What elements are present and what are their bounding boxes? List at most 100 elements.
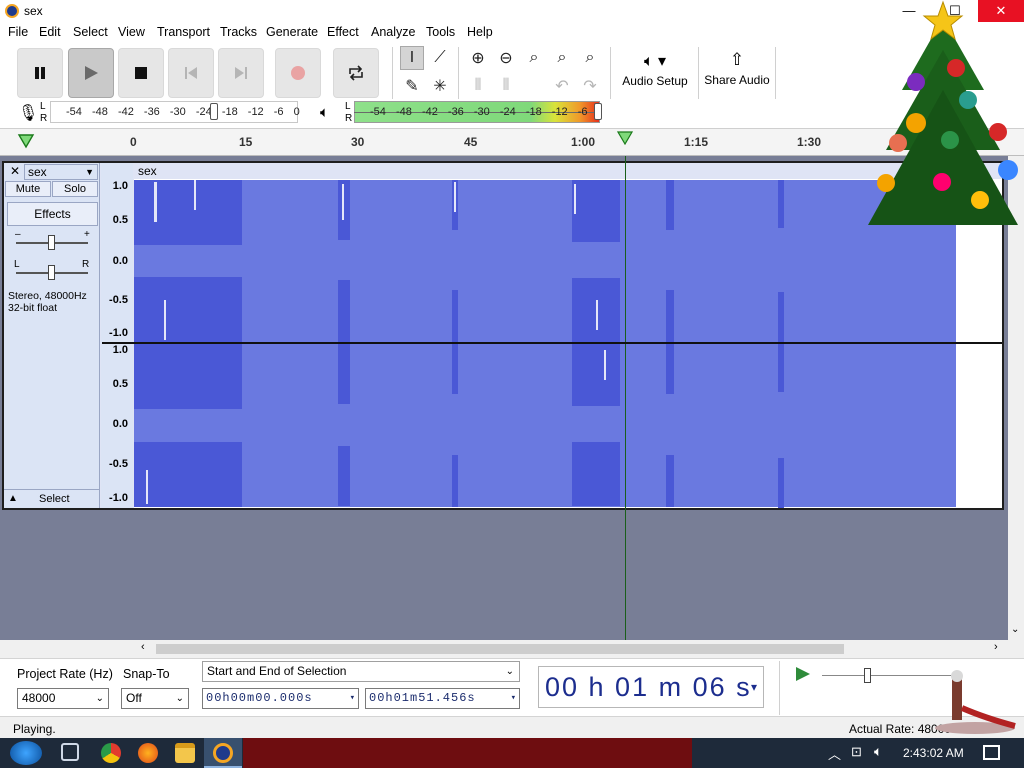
clip-name: sex bbox=[138, 164, 157, 178]
rec-meter-l: L bbox=[40, 101, 46, 112]
gain-slider-thumb[interactable] bbox=[48, 235, 55, 250]
play-head-marker-icon[interactable] bbox=[617, 131, 633, 145]
zoom-toggle-icon[interactable]: ⌕ bbox=[578, 46, 602, 70]
rec-meter-slider[interactable] bbox=[210, 103, 218, 120]
menu-tracks[interactable]: Tracks bbox=[220, 25, 257, 39]
menu-tools[interactable]: Tools bbox=[426, 25, 455, 39]
rec-meter-r: R bbox=[40, 113, 48, 124]
recording-meter-scale: -54 -48 -42 -36 -30 -24 -18 -12 -6 0 bbox=[66, 106, 300, 118]
menu-generate[interactable]: Generate bbox=[266, 25, 318, 39]
track-control-panel: ✕ sex ▼ Mute Solo Effects – + L R Stereo,… bbox=[4, 163, 100, 508]
menu-edit[interactable]: Edit bbox=[39, 25, 61, 39]
trim-audio-icon[interactable]: ⦀ bbox=[466, 74, 490, 98]
project-rate-label: Project Rate (Hz) bbox=[17, 667, 113, 681]
fit-project-icon[interactable]: ⌕ bbox=[550, 46, 574, 70]
chevron-down-icon: ▾ bbox=[349, 693, 356, 703]
mute-button[interactable]: Mute bbox=[5, 181, 51, 197]
tray-expand-icon[interactable]: ︿ bbox=[828, 744, 841, 763]
snap-to-label: Snap-To bbox=[123, 667, 170, 681]
audacity-taskbar-button[interactable] bbox=[204, 738, 242, 768]
time-display[interactable]: 00 h 01 m 06 s ▾ bbox=[538, 666, 764, 708]
audio-setup-button[interactable]: 🔈︎ ▾ Audio Setup bbox=[618, 45, 692, 99]
silence-audio-icon[interactable]: ⦀ bbox=[494, 74, 518, 98]
notifications-icon[interactable] bbox=[983, 745, 1000, 760]
track-close-icon[interactable]: ✕ bbox=[7, 164, 23, 180]
draw-tool-icon[interactable]: ✎ bbox=[400, 74, 424, 98]
menu-analyze[interactable]: Analyze bbox=[371, 25, 415, 39]
ruler-label: 0.5 bbox=[112, 378, 128, 390]
tick-30: 30 bbox=[351, 135, 365, 149]
timeline-options-icon[interactable] bbox=[17, 133, 35, 149]
scroll-right-icon[interactable]: › bbox=[994, 641, 998, 653]
collapse-icon[interactable]: ▲ bbox=[8, 493, 18, 504]
chrome-icon[interactable] bbox=[101, 743, 121, 763]
task-view-icon[interactable] bbox=[61, 743, 79, 761]
fit-selection-icon[interactable]: ⌕ bbox=[522, 46, 546, 70]
track-name-dropdown[interactable]: sex ▼ bbox=[24, 164, 98, 180]
selection-mode-select[interactable]: Start and End of Selection ⌄ bbox=[202, 661, 520, 682]
pause-button[interactable] bbox=[17, 48, 63, 98]
file-explorer-icon[interactable] bbox=[175, 743, 195, 763]
share-audio-button[interactable]: ⇧ Share Audio bbox=[703, 45, 771, 99]
menu-file[interactable]: File bbox=[8, 25, 28, 39]
horizontal-scrollbar[interactable]: ‹ › bbox=[0, 640, 1024, 658]
undo-icon[interactable]: ↶ bbox=[550, 74, 574, 98]
menu-transport[interactable]: Transport bbox=[157, 25, 210, 39]
loop-button[interactable] bbox=[333, 48, 379, 98]
chevron-down-icon: ▼ bbox=[85, 167, 94, 177]
menu-view[interactable]: View bbox=[118, 25, 145, 39]
selection-tool-icon[interactable]: I bbox=[400, 46, 424, 70]
solo-button[interactable]: Solo bbox=[52, 181, 98, 197]
skip-start-button[interactable] bbox=[168, 48, 214, 98]
selection-start-time[interactable]: 00h00m00.000s ▾ bbox=[202, 688, 359, 709]
play-cursor bbox=[625, 156, 626, 640]
chevron-down-icon: ⌄ bbox=[95, 693, 104, 704]
menu-help[interactable]: Help bbox=[467, 25, 493, 39]
skip-end-button[interactable] bbox=[218, 48, 264, 98]
audio-setup-label: Audio Setup bbox=[622, 74, 688, 88]
channel-separator bbox=[102, 342, 1002, 344]
redo-icon[interactable]: ↷ bbox=[578, 74, 602, 98]
ruler-label: 1.0 bbox=[112, 344, 128, 356]
network-icon[interactable]: ⊡ bbox=[851, 744, 862, 760]
menu-effect[interactable]: Effect bbox=[327, 25, 359, 39]
play-button[interactable] bbox=[68, 48, 114, 98]
play-meter-slider[interactable] bbox=[594, 103, 602, 120]
scroll-thumb[interactable] bbox=[156, 644, 844, 654]
effects-button[interactable]: Effects bbox=[7, 202, 98, 226]
project-rate-select[interactable]: 48000 ⌄ bbox=[17, 688, 109, 709]
clock-time[interactable]: 2:43:02 AM bbox=[903, 746, 964, 760]
audacity-icon bbox=[213, 743, 233, 763]
ruler-label: 0.0 bbox=[112, 418, 128, 430]
track-bitdepth: 32-bit float bbox=[8, 302, 58, 314]
stop-button[interactable] bbox=[118, 48, 164, 98]
chevron-down-icon: ▾ bbox=[750, 680, 759, 694]
zoom-in-icon[interactable]: ⊕ bbox=[466, 46, 490, 70]
selection-end-time[interactable]: 00h01m51.456s ▾ bbox=[365, 688, 520, 709]
multi-tool-icon[interactable]: ✳ bbox=[428, 74, 452, 98]
track-info: Stereo, 48000Hz 32-bit float bbox=[8, 290, 87, 314]
snap-to-select[interactable]: Off ⌄ bbox=[121, 688, 189, 709]
volume-icon[interactable]: 🔈︎ bbox=[874, 743, 882, 760]
scroll-left-icon[interactable]: ‹ bbox=[141, 641, 145, 653]
track-select-bar[interactable]: ▲ Select bbox=[4, 489, 99, 507]
taskbar: ︿ ⊡ 🔈︎ 2:43:02 AM bbox=[0, 738, 1024, 768]
speaker-meter-icon[interactable]: 🔈︎ bbox=[320, 104, 329, 121]
menu-select[interactable]: Select bbox=[73, 25, 108, 39]
selection-toolbar: Project Rate (Hz) 48000 ⌄ Snap-To Off ⌄ St… bbox=[0, 658, 1024, 716]
decorative-figure bbox=[935, 670, 1016, 734]
zoom-out-icon[interactable]: ⊖ bbox=[494, 46, 518, 70]
start-button-icon[interactable] bbox=[10, 741, 42, 765]
record-icon bbox=[291, 66, 305, 80]
play-at-speed-icon[interactable] bbox=[794, 666, 812, 682]
microphone-icon[interactable]: 🎙︎ bbox=[18, 103, 38, 123]
record-button[interactable] bbox=[275, 48, 321, 98]
play-speed-thumb[interactable] bbox=[864, 668, 871, 683]
pan-slider-thumb[interactable] bbox=[48, 265, 55, 280]
select-button[interactable]: Select bbox=[39, 493, 70, 505]
envelope-tool-icon[interactable]: ⟋ bbox=[428, 46, 452, 70]
ruler-label: -1.0 bbox=[109, 327, 128, 339]
status-bar: Playing. Actual Rate: 48000 bbox=[0, 716, 1024, 738]
firefox-icon[interactable] bbox=[138, 743, 158, 763]
scroll-down-icon[interactable]: ⌄ bbox=[1011, 624, 1019, 635]
